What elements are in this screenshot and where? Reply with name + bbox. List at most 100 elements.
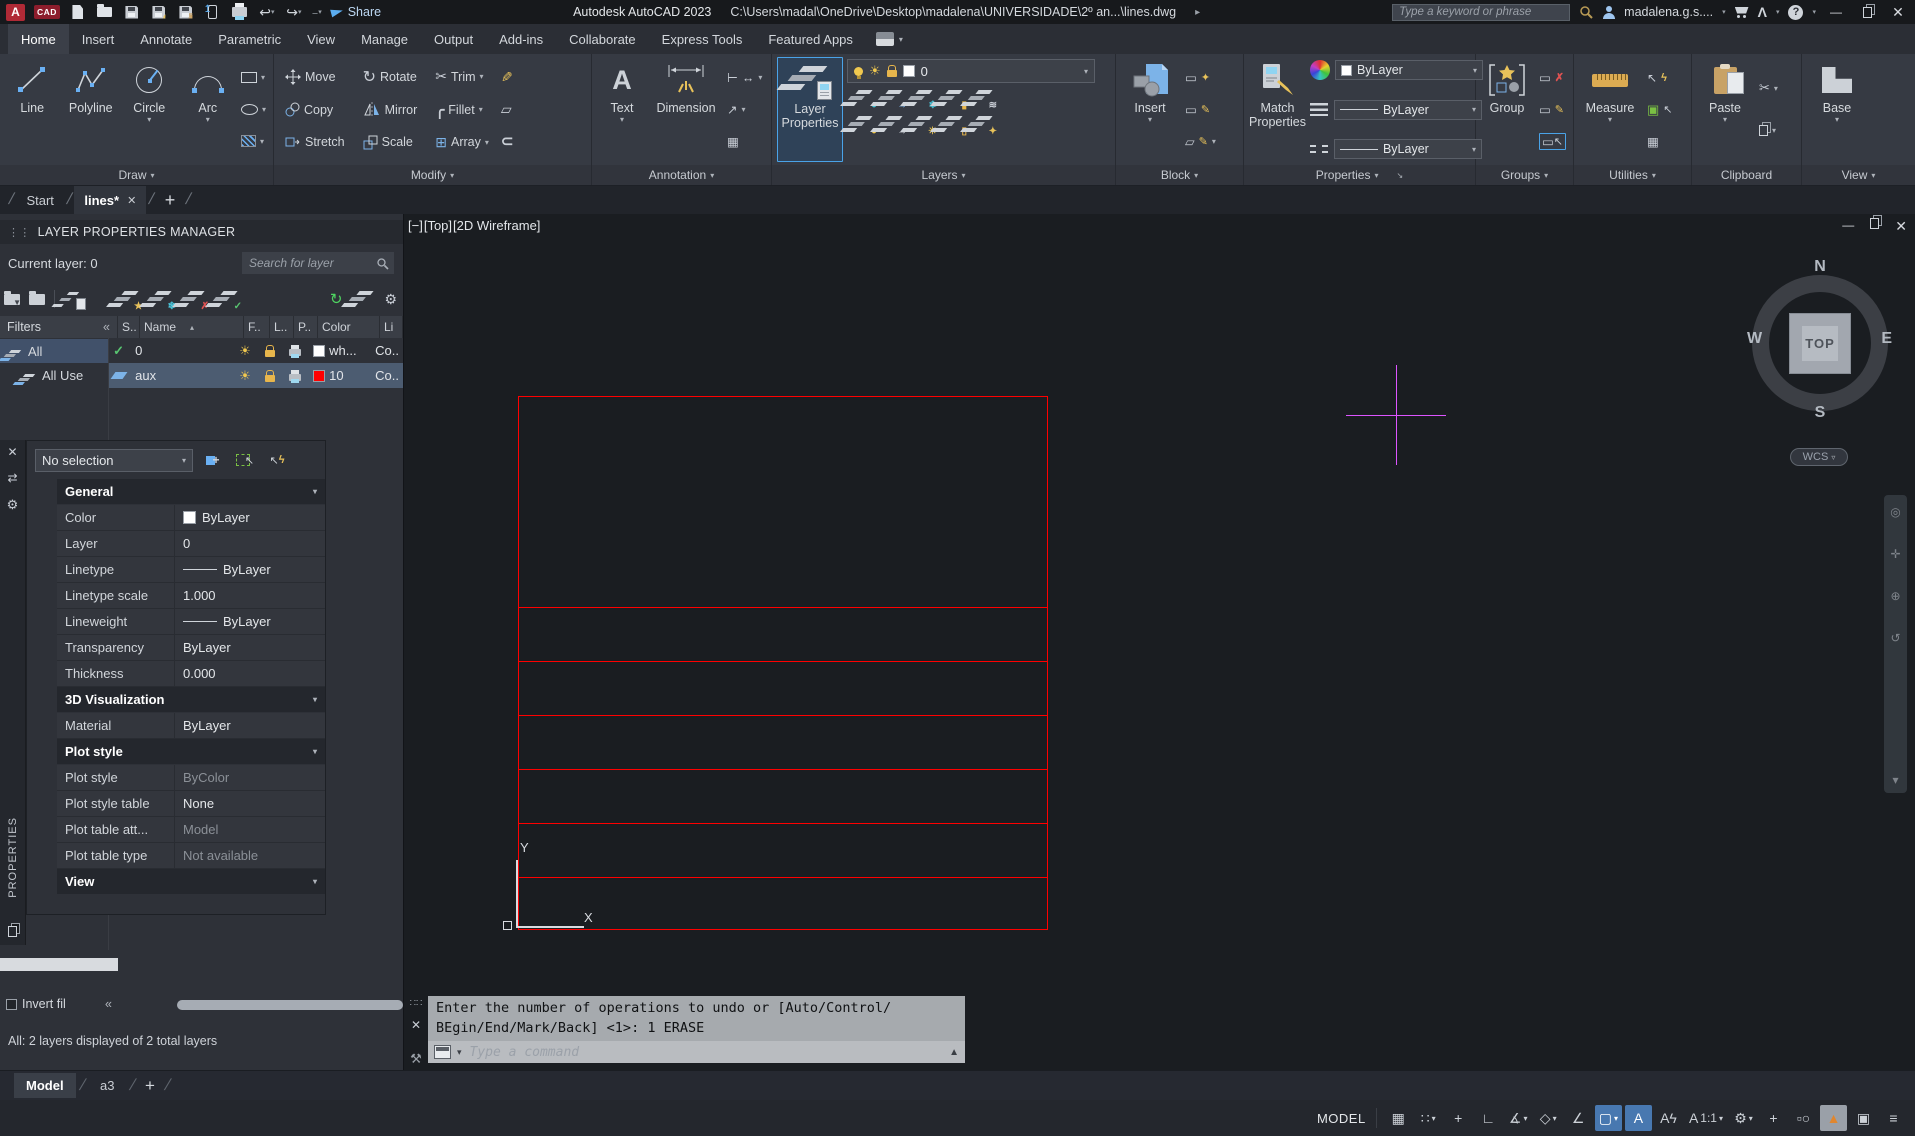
navigation-bar[interactable]: ◎ ✛ ⊕ ↺ ▾: [1884, 495, 1907, 793]
edit-block-tool[interactable]: ▭✎: [1183, 99, 1212, 121]
file-tab-lines[interactable]: lines*✕: [74, 186, 146, 214]
viewcube-top-face[interactable]: TOP: [1789, 313, 1851, 374]
modify-panel-label[interactable]: Modify▾: [274, 165, 591, 185]
mirror-tool[interactable]: Mirror: [361, 99, 420, 121]
quick-access-customize-icon[interactable]: ⚊▾: [312, 8, 322, 16]
minimize-window-button[interactable]: —: [1825, 2, 1847, 22]
redo-button[interactable]: ↪▾: [285, 3, 303, 21]
copy-tool[interactable]: Copy: [283, 99, 347, 121]
property-transparency[interactable]: TransparencyByLayer: [57, 635, 325, 661]
doc-restore-button[interactable]: [1870, 218, 1879, 235]
ribbon-toggle-caret-icon[interactable]: ▾: [899, 35, 903, 44]
column-header-name[interactable]: Name ▴: [140, 316, 244, 338]
property-linetype-scale[interactable]: Linetype scale1.000: [57, 583, 325, 609]
filter-all[interactable]: All: [0, 339, 108, 363]
layer-unlock-icon[interactable]: ▯: [940, 115, 964, 133]
layer-search-input[interactable]: [247, 255, 376, 271]
column-header-p[interactable]: P..: [294, 316, 318, 338]
property-color[interactable]: ColorByLayer: [57, 505, 325, 531]
close-window-button[interactable]: ✕: [1887, 2, 1909, 22]
command-prompt-icon[interactable]: [434, 1045, 451, 1059]
layer-freeze-icon[interactable]: ❄: [910, 89, 934, 107]
drawn-line[interactable]: [518, 715, 1048, 716]
filter-all-used[interactable]: All Use: [0, 363, 108, 387]
stretch-tool[interactable]: Stretch: [283, 131, 347, 153]
annotation-visibility[interactable]: A: [1625, 1105, 1652, 1131]
command-close-icon[interactable]: ✕: [411, 1018, 421, 1032]
ribbon-display-toggle[interactable]: ▾: [876, 24, 903, 54]
block-panel-label[interactable]: Block▾: [1116, 165, 1243, 185]
copy-clip-tool[interactable]: ▾: [1757, 120, 1778, 142]
text-tool[interactable]: A Text ▾: [597, 57, 647, 162]
ribbon-tab-view[interactable]: View: [294, 24, 348, 54]
new-property-filter-icon[interactable]: ▼: [4, 294, 20, 305]
table-tool[interactable]: ▦: [725, 130, 741, 152]
fillet-tool[interactable]: ╭Fillet▾: [433, 99, 491, 121]
layout-tab-model[interactable]: Model: [14, 1073, 76, 1098]
explode-tool[interactable]: ▱: [499, 99, 514, 121]
palette-book-icon[interactable]: [8, 926, 17, 937]
new-file-button[interactable]: [69, 3, 87, 21]
hatch-tool[interactable]: ▾: [239, 130, 266, 152]
layer-isolate-icon[interactable]: →: [880, 89, 904, 107]
property-lineweight[interactable]: LineweightByLayer: [57, 609, 325, 635]
property-plot-table-att-[interactable]: Plot table att...Model: [57, 817, 325, 843]
drawn-rectangle[interactable]: [518, 396, 1048, 930]
select-objects-tool[interactable]: ▣↖: [1645, 99, 1675, 121]
compass-north[interactable]: N: [1745, 258, 1895, 276]
layer-properties-button[interactable]: Layer Properties: [777, 57, 843, 162]
measure-button[interactable]: Measure ▾: [1579, 57, 1641, 162]
layer-off-icon[interactable]: ●: [850, 89, 874, 107]
viewport-minimize-control[interactable]: [−]: [408, 218, 423, 233]
column-header-li[interactable]: Li: [380, 316, 403, 338]
layer-thaw-icon[interactable]: ☀: [910, 115, 934, 133]
dimension-tool[interactable]: Dimension: [651, 57, 721, 162]
cut-clip-tool[interactable]: ✂▾: [1757, 77, 1780, 99]
nav-more-icon[interactable]: ▾: [1892, 773, 1898, 787]
move-tool[interactable]: Move: [283, 66, 347, 88]
palette-settings-icon[interactable]: ⚙: [7, 497, 19, 513]
utilities-panel-label[interactable]: Utilities▾: [1574, 165, 1691, 185]
quick-select-tool[interactable]: ↖ϟ: [1645, 67, 1669, 89]
base-view-button[interactable]: Base ▾: [1807, 57, 1867, 162]
column-header-f[interactable]: F..: [244, 316, 270, 338]
drawn-line[interactable]: [518, 661, 1048, 662]
circle-tool[interactable]: Circle ▾: [122, 57, 177, 162]
model-space-button[interactable]: MODEL: [1317, 1111, 1366, 1126]
layers-panel-label[interactable]: Layers▾: [772, 165, 1115, 185]
insert-block-button[interactable]: Insert ▾: [1121, 57, 1179, 162]
ribbon-tab-collaborate[interactable]: Collaborate: [556, 24, 649, 54]
new-layer-icon[interactable]: ★: [116, 290, 140, 308]
layer-selector-dropdown[interactable]: ☀ 0 ▾: [847, 59, 1095, 83]
nav-wheel-icon[interactable]: ◎: [1890, 505, 1900, 519]
signed-in-user[interactable]: madalena.g.s....: [1624, 5, 1713, 19]
help-icon[interactable]: ?: [1788, 5, 1803, 20]
delete-layer-icon[interactable]: ✗: [182, 290, 206, 308]
close-tab-icon[interactable]: ✕: [127, 194, 136, 207]
command-input[interactable]: [468, 1044, 944, 1061]
layer-on-icon[interactable]: ●: [850, 115, 874, 133]
customization[interactable]: ≡: [1880, 1105, 1907, 1131]
group-selection-toggle[interactable]: ▭↖: [1537, 130, 1568, 152]
new-layout-button[interactable]: +: [139, 1076, 161, 1096]
new-drawing-button[interactable]: +: [157, 190, 184, 211]
wcs-dropdown[interactable]: WCS▿: [1790, 448, 1848, 466]
create-block-tool[interactable]: ▭✦: [1183, 67, 1212, 89]
offset-tool[interactable]: ⊂: [499, 130, 516, 152]
drawn-line[interactable]: [518, 823, 1048, 824]
doc-minimize-button[interactable]: —: [1842, 218, 1854, 235]
properties-dialog-launcher-icon[interactable]: ↘: [1397, 171, 1404, 180]
app-store-cart-icon[interactable]: [1735, 7, 1749, 18]
ribbon-tab-home[interactable]: Home: [8, 24, 69, 54]
drawn-line[interactable]: [518, 877, 1048, 878]
ribbon-tab-output[interactable]: Output: [421, 24, 486, 54]
grid-display[interactable]: ▦: [1385, 1105, 1412, 1131]
workspace-switching[interactable]: ⚙▾: [1730, 1105, 1757, 1131]
ribbon-tab-add-ins[interactable]: Add-ins: [486, 24, 556, 54]
open-from-web-button[interactable]: ▣: [177, 3, 195, 21]
layer-walk-icon[interactable]: ≋: [970, 89, 994, 107]
new-group-filter-icon[interactable]: [29, 294, 45, 305]
ribbon-tab-annotate[interactable]: Annotate: [127, 24, 205, 54]
ribbon-tab-express-tools[interactable]: Express Tools: [649, 24, 756, 54]
group-button[interactable]: Group: [1481, 57, 1533, 162]
